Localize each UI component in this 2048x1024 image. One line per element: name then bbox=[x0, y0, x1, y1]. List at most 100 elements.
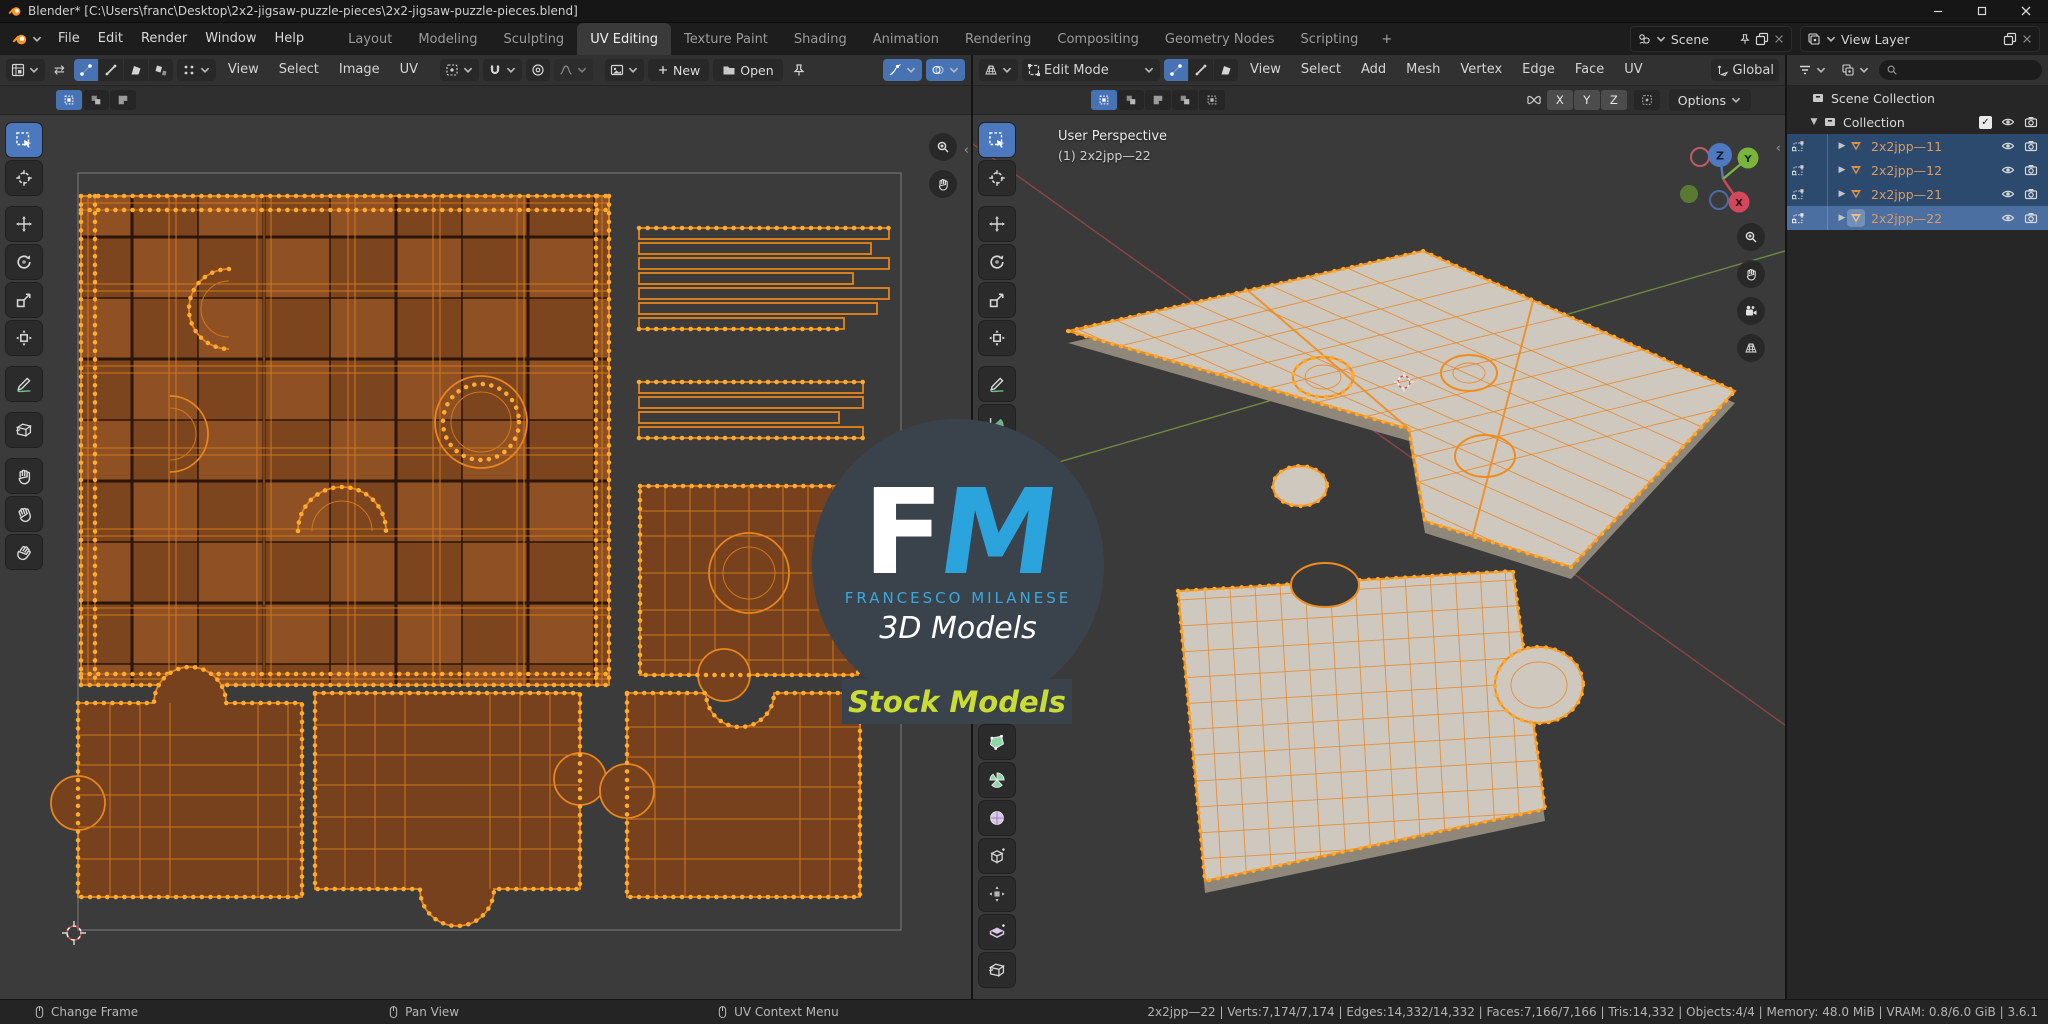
uv-pin-button[interactable] bbox=[787, 59, 811, 81]
vp-menu-vertex[interactable]: Vertex bbox=[1452, 55, 1510, 85]
uv-menu-view[interactable]: View bbox=[220, 55, 267, 85]
uv-tool-annotate[interactable] bbox=[6, 367, 42, 401]
uv-proportional-edit-button[interactable] bbox=[526, 59, 550, 81]
vp-tool-cursor[interactable] bbox=[979, 161, 1015, 195]
uv-tool-scale[interactable] bbox=[6, 283, 42, 317]
tab-layout[interactable]: Layout bbox=[335, 23, 405, 55]
select-mode-intersect-button[interactable] bbox=[1199, 90, 1225, 110]
vp-tool-extrude[interactable] bbox=[979, 839, 1015, 873]
vp-tool-poly-build[interactable] bbox=[979, 725, 1015, 759]
vp-tool-shrink-fatten[interactable] bbox=[979, 877, 1015, 911]
orthographic-grid-icon[interactable] bbox=[1737, 334, 1765, 362]
pan-hand-icon[interactable] bbox=[929, 170, 957, 198]
collapse-arrow-icon[interactable]: ▼ bbox=[1809, 117, 1819, 127]
expand-arrow-icon[interactable]: ▶ bbox=[1837, 213, 1847, 223]
mirror-y-button[interactable]: Y bbox=[1574, 90, 1600, 110]
pan-hand-icon[interactable] bbox=[1737, 260, 1765, 288]
vp-tool-smooth[interactable] bbox=[979, 801, 1015, 835]
close-icon[interactable] bbox=[1773, 33, 1785, 45]
select-mode-subtract-button[interactable] bbox=[1145, 90, 1171, 110]
uv-sync-selection-toggle[interactable]: ⇄ bbox=[49, 59, 70, 81]
vp-tool-rip-region[interactable] bbox=[979, 953, 1015, 987]
uv-menu-uv[interactable]: UV bbox=[392, 55, 426, 85]
tab-compositing[interactable]: Compositing bbox=[1044, 23, 1152, 55]
expand-arrow-icon[interactable]: ▶ bbox=[1837, 189, 1847, 199]
uv-select-vertex-button[interactable] bbox=[74, 59, 98, 81]
scene-selector[interactable]: Scene bbox=[1630, 26, 1792, 52]
object-row-2x2jpp-11[interactable]: ▶ 2x2jpp—11 bbox=[1787, 134, 2048, 158]
uv-snapping-button[interactable] bbox=[483, 59, 522, 81]
select-mode-new-button[interactable] bbox=[56, 90, 82, 110]
uv-sticky-select-button[interactable] bbox=[177, 59, 216, 81]
minimize-button[interactable] bbox=[1916, 0, 1960, 22]
tab-animation[interactable]: Animation bbox=[860, 23, 952, 55]
tab-texture-paint[interactable]: Texture Paint bbox=[671, 23, 781, 55]
camera-icon[interactable] bbox=[2024, 139, 2038, 153]
vp-menu-uv[interactable]: UV bbox=[1616, 55, 1650, 85]
outliner-search-input[interactable] bbox=[1879, 60, 2042, 80]
uv-overlays-button[interactable] bbox=[926, 59, 965, 81]
uv-image-browse-button[interactable] bbox=[605, 59, 644, 81]
camera-icon[interactable] bbox=[2024, 115, 2038, 129]
uv-sidebar-collapse-arrow[interactable]: ‹ bbox=[964, 143, 969, 158]
uv-tool-rip-region[interactable] bbox=[6, 413, 42, 447]
uv-tool-rotate[interactable] bbox=[6, 245, 42, 279]
vp-menu-face[interactable]: Face bbox=[1567, 55, 1612, 85]
uv-tool-pinch[interactable] bbox=[6, 535, 42, 569]
eye-icon[interactable] bbox=[2001, 187, 2015, 201]
tab-sculpting[interactable]: Sculpting bbox=[490, 23, 577, 55]
tab-shading[interactable]: Shading bbox=[781, 23, 860, 55]
uv-new-image-button[interactable]: New bbox=[648, 59, 709, 81]
blender-menu-button[interactable] bbox=[6, 29, 49, 49]
tab-scripting[interactable]: Scripting bbox=[1288, 23, 1372, 55]
menu-edit[interactable]: Edit bbox=[89, 23, 132, 55]
edge-mode-button[interactable] bbox=[1189, 59, 1213, 81]
menu-render[interactable]: Render bbox=[132, 23, 196, 55]
face-mode-button[interactable] bbox=[1214, 59, 1238, 81]
uv-pivot-button[interactable] bbox=[440, 59, 479, 81]
eye-icon[interactable] bbox=[2001, 163, 2015, 177]
zoom-icon[interactable] bbox=[1737, 223, 1765, 251]
select-mode-subtract-button[interactable] bbox=[110, 90, 136, 110]
mirror-x-button[interactable]: X bbox=[1547, 90, 1573, 110]
add-workspace-button[interactable]: + bbox=[1371, 23, 1402, 55]
vp-tool-move[interactable] bbox=[979, 207, 1015, 241]
uv-menu-image[interactable]: Image bbox=[331, 55, 388, 85]
camera-view-icon[interactable] bbox=[1737, 297, 1765, 325]
tab-geometry-nodes[interactable]: Geometry Nodes bbox=[1152, 23, 1288, 55]
editor-type-button[interactable] bbox=[6, 59, 45, 81]
uv-select-face-button[interactable] bbox=[124, 59, 148, 81]
close-icon[interactable] bbox=[2021, 33, 2033, 45]
object-row-2x2jpp-21[interactable]: ▶ 2x2jpp—21 bbox=[1787, 182, 2048, 206]
select-mode-extend-button[interactable] bbox=[1118, 90, 1144, 110]
vp-menu-view[interactable]: View bbox=[1242, 55, 1289, 85]
object-row-2x2jpp-22-active[interactable]: ▶ 2x2jpp—22 bbox=[1787, 206, 2048, 230]
vp-tool-scale[interactable] bbox=[979, 283, 1015, 317]
uv-tool-move[interactable] bbox=[6, 207, 42, 241]
uv-falloff-button[interactable] bbox=[554, 59, 593, 81]
outliner-filter-button[interactable] bbox=[1793, 59, 1832, 81]
object-row-2x2jpp-12[interactable]: ▶ 2x2jpp—12 bbox=[1787, 158, 2048, 182]
uv-gizmos-button[interactable] bbox=[883, 59, 922, 81]
expand-arrow-icon[interactable]: ▶ bbox=[1837, 141, 1847, 151]
menu-file[interactable]: File bbox=[49, 23, 89, 55]
vp-tool-transform[interactable] bbox=[979, 321, 1015, 355]
view-layer-selector[interactable]: View Layer bbox=[1800, 26, 2040, 52]
camera-icon[interactable] bbox=[2024, 187, 2038, 201]
snap-falloff-button[interactable] bbox=[1634, 90, 1660, 110]
select-mode-new-button[interactable] bbox=[1091, 90, 1117, 110]
close-button[interactable] bbox=[2004, 0, 2048, 22]
uv-menu-select[interactable]: Select bbox=[271, 55, 327, 85]
uv-tool-cursor[interactable] bbox=[6, 161, 42, 195]
tab-rendering[interactable]: Rendering bbox=[952, 23, 1044, 55]
mirror-z-button[interactable]: Z bbox=[1601, 90, 1627, 110]
vp-tool-spin[interactable] bbox=[979, 763, 1015, 797]
vp-menu-select[interactable]: Select bbox=[1293, 55, 1349, 85]
eye-icon[interactable] bbox=[2001, 211, 2015, 225]
uv-tool-relax[interactable] bbox=[6, 497, 42, 531]
expand-arrow-icon[interactable]: ▶ bbox=[1837, 165, 1847, 175]
vp-tool-annotate[interactable] bbox=[979, 367, 1015, 401]
vp-tool-inset[interactable] bbox=[979, 915, 1015, 949]
vp-sidebar-collapse-arrow[interactable]: ‹ bbox=[1776, 141, 1781, 156]
uv-tool-select-box[interactable] bbox=[6, 123, 42, 157]
